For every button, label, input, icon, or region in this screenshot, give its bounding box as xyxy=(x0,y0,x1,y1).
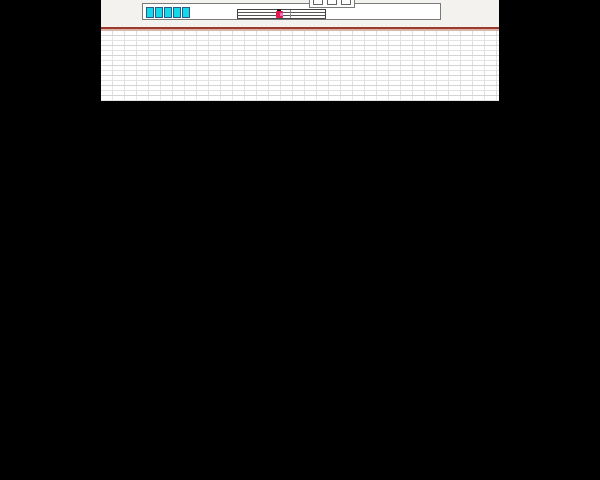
map-flag-icon xyxy=(290,10,291,18)
level-progress-map xyxy=(237,9,326,19)
game-screen xyxy=(0,0,600,480)
energy-cell-3 xyxy=(164,7,172,18)
tab-glyph-icon xyxy=(341,0,351,5)
game-viewport[interactable] xyxy=(101,0,499,101)
energy-cell-1 xyxy=(146,7,154,18)
energy-cell-4 xyxy=(173,7,181,18)
player-marker-icon xyxy=(276,11,283,18)
energy-meter xyxy=(146,7,190,18)
hud-bar xyxy=(142,0,441,20)
energy-cell-5 xyxy=(182,7,190,18)
energy-cell-2 xyxy=(155,7,163,18)
tab-glyph-icon xyxy=(313,0,323,5)
brick-wall-shading xyxy=(101,31,499,101)
hud-tab xyxy=(309,0,355,8)
tab-glyph-icon xyxy=(327,0,337,5)
